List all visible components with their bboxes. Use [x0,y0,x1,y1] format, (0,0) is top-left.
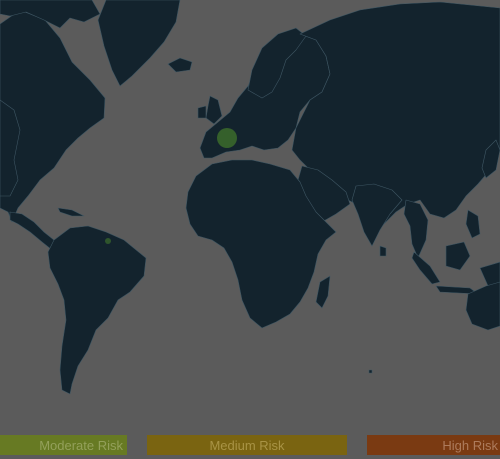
greenland-landmass [97,0,181,87]
iceland-landmass [167,57,193,73]
legend-medium-risk: Medium Risk [147,435,347,455]
legend-medium-label: Medium Risk [209,437,285,453]
south-america-landmass [47,225,147,395]
cuba-landmass [57,207,85,217]
ireland-landmass [197,105,207,119]
great-britain-landmass [205,95,223,125]
world-map[interactable] [0,0,500,459]
small-pacific-island [368,369,373,374]
sri-lanka-landmass [379,245,387,257]
southeast-asia-peninsula [403,199,429,259]
sumatra-landmass [411,251,441,285]
borneo-landmass [445,241,471,271]
indian-subcontinent [351,183,403,247]
legend-high-label: High Risk [442,437,498,453]
legend-moderate-label: Moderate Risk [39,437,123,453]
madagascar-landmass [315,275,331,309]
philippines-landmass [465,209,481,239]
map-view[interactable]: Moderate Risk Medium Risk High Risk [0,0,500,459]
france-risk-marker[interactable] [217,128,237,148]
legend-high-risk: High Risk [367,435,500,455]
guyana-risk-marker[interactable] [105,238,111,244]
legend-moderate-risk: Moderate Risk [0,435,127,455]
